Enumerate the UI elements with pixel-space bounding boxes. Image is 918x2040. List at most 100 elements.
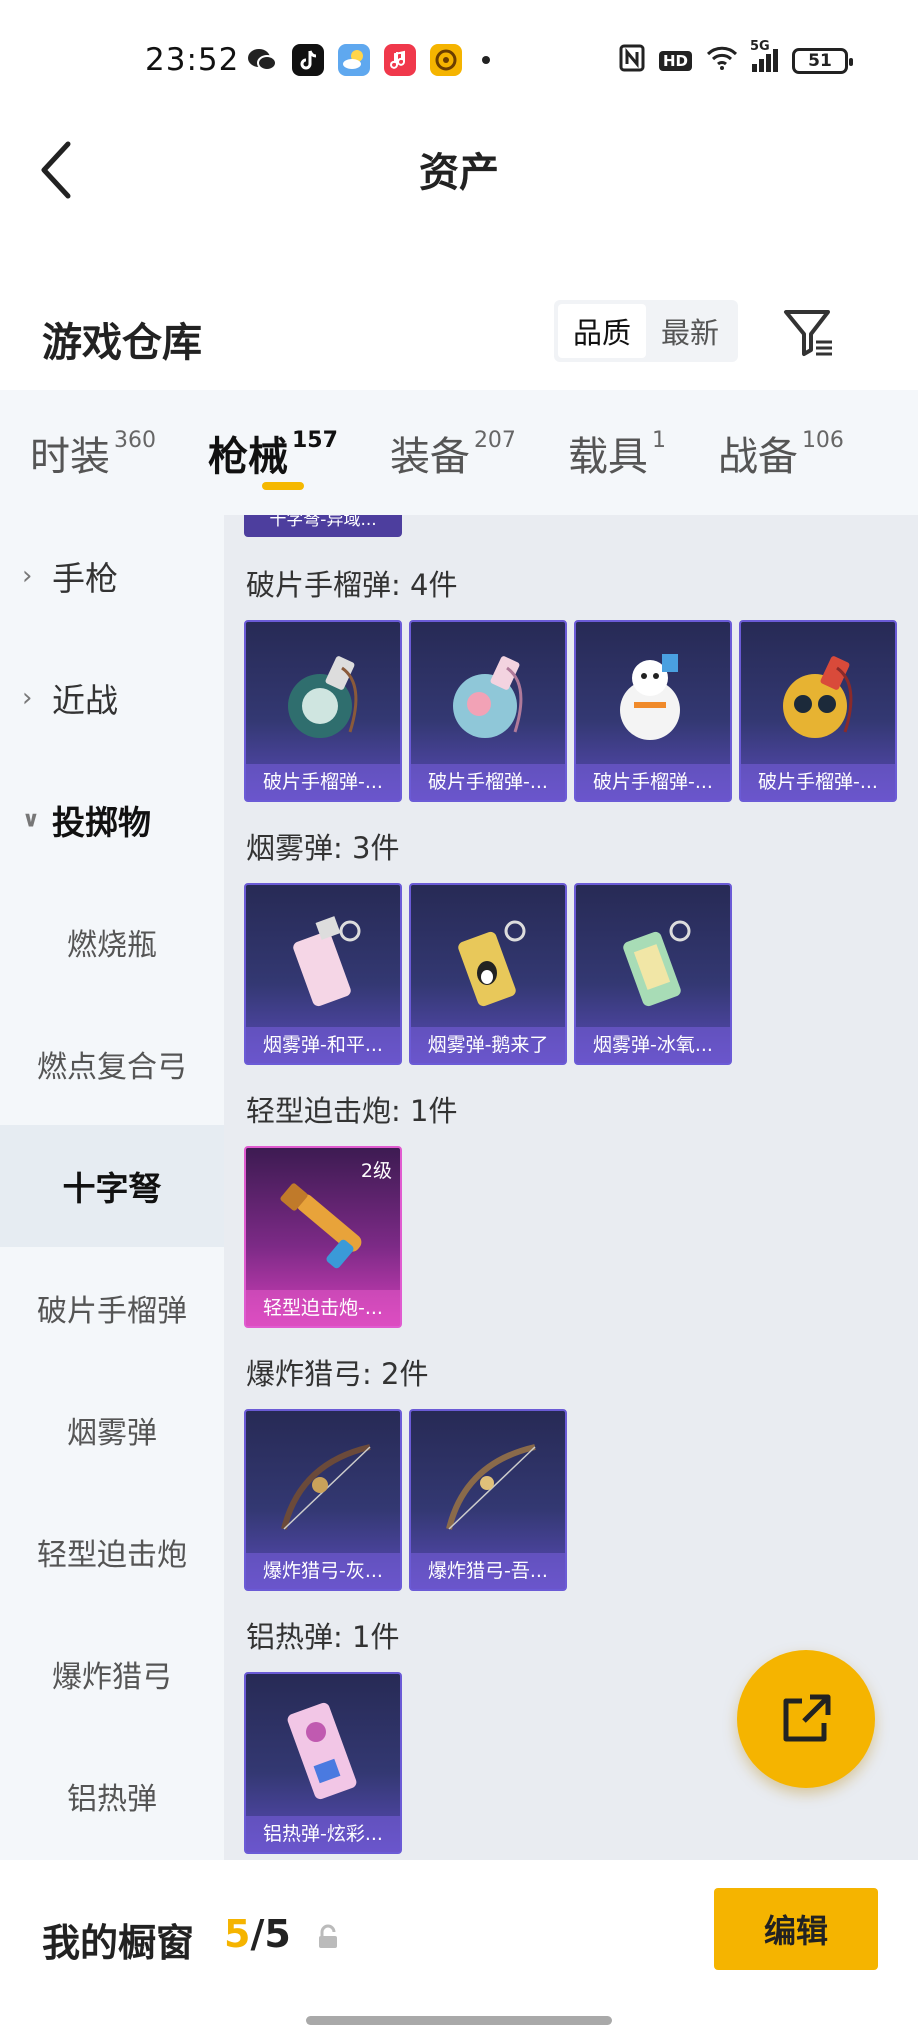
network-type: 5G — [750, 39, 770, 54]
item-card-label: 破片手榴弹-... — [246, 764, 400, 800]
battery-indicator: 51 — [792, 47, 853, 74]
item-card[interactable]: 烟雾弹-鹅来了 — [409, 883, 567, 1065]
warehouse-header: 游戏仓库 品质 最新 — [0, 280, 918, 390]
item-card[interactable]: 烟雾弹-和平... — [244, 883, 402, 1065]
notification-icons — [246, 44, 490, 76]
hd-icon: HD — [658, 50, 692, 71]
tab-label: 战备 — [717, 433, 798, 480]
item-card[interactable]: 爆炸猎弓-吾... — [409, 1409, 567, 1591]
nfc-icon — [619, 44, 645, 77]
bow-icon — [446, 1444, 536, 1530]
wechat-icon — [246, 44, 278, 76]
item-card[interactable]: 2级 轻型迫击炮-... — [244, 1146, 402, 1328]
showcase-title: 我的橱窗 — [42, 1921, 195, 1965]
showcase-count: 5/5 — [224, 1912, 291, 1956]
item-card-label: 烟雾弹-和平... — [246, 1027, 400, 1063]
item-card-label: 爆炸猎弓-吾... — [411, 1553, 565, 1589]
sidebar-item-molotov[interactable]: 燃烧瓶 — [0, 881, 224, 1003]
tiktok-icon — [292, 44, 324, 76]
sidebar-item-melee[interactable]: › 近战 — [0, 637, 224, 759]
sidebar-item-crossbow[interactable]: 十字弩 — [0, 1125, 224, 1247]
tab-label: 枪械 — [208, 433, 288, 480]
status-bar: 23:52 HD 5G 51 — [0, 0, 918, 120]
sidebar-item-label: 近战 — [52, 681, 118, 720]
item-card[interactable]: 破片手榴弹-... — [574, 620, 732, 802]
group-title-frag: 破片手榴弹: 4件 — [246, 568, 458, 602]
tab-firearms[interactable]: 枪械 157 — [156, 390, 338, 515]
sidebar-item-fire-bow[interactable]: 燃点复合弓 — [0, 1003, 224, 1125]
page-title: 资产 — [419, 150, 499, 196]
weapon-category-sidebar: › 手枪 › 近战 ∨ 投掷物 燃烧瓶 燃点复合弓 十字弩 破片手榴弹 烟雾弹 … — [0, 515, 224, 1860]
sidebar-item-smoke-grenade[interactable]: 烟雾弹 — [0, 1369, 224, 1491]
group-title-smoke: 烟雾弹: 3件 — [246, 831, 400, 865]
bow-icon — [281, 1444, 371, 1530]
group-title-mortar: 轻型迫击炮: 1件 — [246, 1094, 458, 1128]
sidebar-item-light-mortar[interactable]: 轻型迫击炮 — [0, 1491, 224, 1613]
sort-newest-button[interactable]: 最新 — [646, 304, 734, 358]
item-card-label: 烟雾弹-鹅来了 — [411, 1027, 565, 1063]
showcase-total: 5 — [264, 1912, 291, 1956]
home-indicator[interactable] — [306, 2016, 612, 2025]
nav-header: 资产 — [0, 120, 918, 210]
item-card[interactable]: 铝热弹-炫彩... — [244, 1672, 402, 1854]
showcase-bar: 我的橱窗 5/5 编辑 — [0, 1860, 918, 2040]
sidebar-item-frag-grenade[interactable]: 破片手榴弹 — [0, 1247, 224, 1369]
tab-supplies[interactable]: 战备 106 — [666, 390, 844, 515]
sidebar-item-label: 投掷物 — [52, 803, 151, 842]
share-button[interactable] — [737, 1650, 875, 1788]
system-icons: HD 5G 51 — [619, 39, 853, 77]
sidebar-item-thermite[interactable]: 铝热弹 — [0, 1735, 224, 1857]
showcase-separator: / — [250, 1912, 265, 1956]
item-card-crossbow-partial[interactable]: 十字弩-异域... — [244, 515, 402, 537]
item-card-label: 破片手榴弹-... — [576, 764, 730, 800]
sidebar-item-pistol[interactable]: › 手枪 — [0, 515, 224, 637]
tab-equipment[interactable]: 装备 207 — [338, 390, 516, 515]
grenade-icon — [453, 656, 523, 738]
sidebar-item-explosive-bow[interactable]: 爆炸猎弓 — [0, 1613, 224, 1735]
category-tabs: 时装 360 枪械 157 装备 207 载具 1 战备 106 — [0, 390, 918, 515]
group-title-thermite: 铝热弹: 1件 — [246, 1620, 400, 1654]
smoke-grenade-icon — [293, 916, 361, 1007]
weather-icon — [338, 44, 370, 76]
sort-quality-button[interactable]: 品质 — [558, 304, 646, 358]
item-card[interactable]: 烟雾弹-冰氧... — [574, 883, 732, 1065]
grenade-icon — [783, 656, 853, 738]
edit-button[interactable]: 编辑 — [714, 1888, 878, 1970]
tab-label: 装备 — [389, 433, 470, 480]
active-tab-indicator — [262, 482, 304, 490]
item-card[interactable]: 破片手榴弹-... — [244, 620, 402, 802]
sidebar-item-throwables[interactable]: ∨ 投掷物 — [0, 759, 224, 881]
chevron-right-icon: › — [22, 683, 33, 713]
tab-count: 207 — [473, 428, 516, 453]
tab-fashion[interactable]: 时装 360 — [0, 390, 156, 515]
tab-count: 1 — [651, 428, 666, 453]
grenade-icon — [620, 654, 680, 740]
tab-label: 时装 — [30, 433, 110, 480]
tab-vehicles[interactable]: 载具 1 — [516, 390, 666, 515]
sort-toggle: 品质 最新 — [554, 300, 738, 362]
chevron-right-icon: › — [22, 561, 33, 591]
status-time: 23:52 — [145, 42, 240, 78]
grenade-icon — [288, 656, 358, 738]
group-title-bow: 爆炸猎弓: 2件 — [246, 1357, 429, 1391]
smoke-grenade-icon — [623, 920, 691, 1007]
filter-button[interactable] — [780, 302, 840, 362]
item-card-label: 烟雾弹-冰氧... — [576, 1027, 730, 1063]
sidebar-item-label: 手枪 — [52, 559, 118, 598]
item-card-label: 破片手榴弹-... — [741, 764, 895, 800]
tab-label: 载具 — [567, 433, 648, 480]
tab-count: 157 — [292, 428, 338, 453]
smoke-grenade-icon — [458, 920, 526, 1007]
item-card-label: 破片手榴弹-... — [411, 764, 565, 800]
lock-icon — [319, 1924, 337, 1948]
item-card[interactable]: 破片手榴弹-... — [739, 620, 897, 802]
mortar-icon — [280, 1183, 362, 1269]
item-card-label: 铝热弹-炫彩... — [246, 1816, 400, 1852]
item-card-label: 轻型迫击炮-... — [246, 1290, 400, 1326]
item-card[interactable]: 破片手榴弹-... — [409, 620, 567, 802]
wifi-icon — [706, 45, 738, 76]
share-icon — [783, 1694, 831, 1742]
showcase-current: 5 — [224, 1912, 251, 1956]
filter-icon — [784, 310, 832, 356]
item-card[interactable]: 爆炸猎弓-灰... — [244, 1409, 402, 1591]
